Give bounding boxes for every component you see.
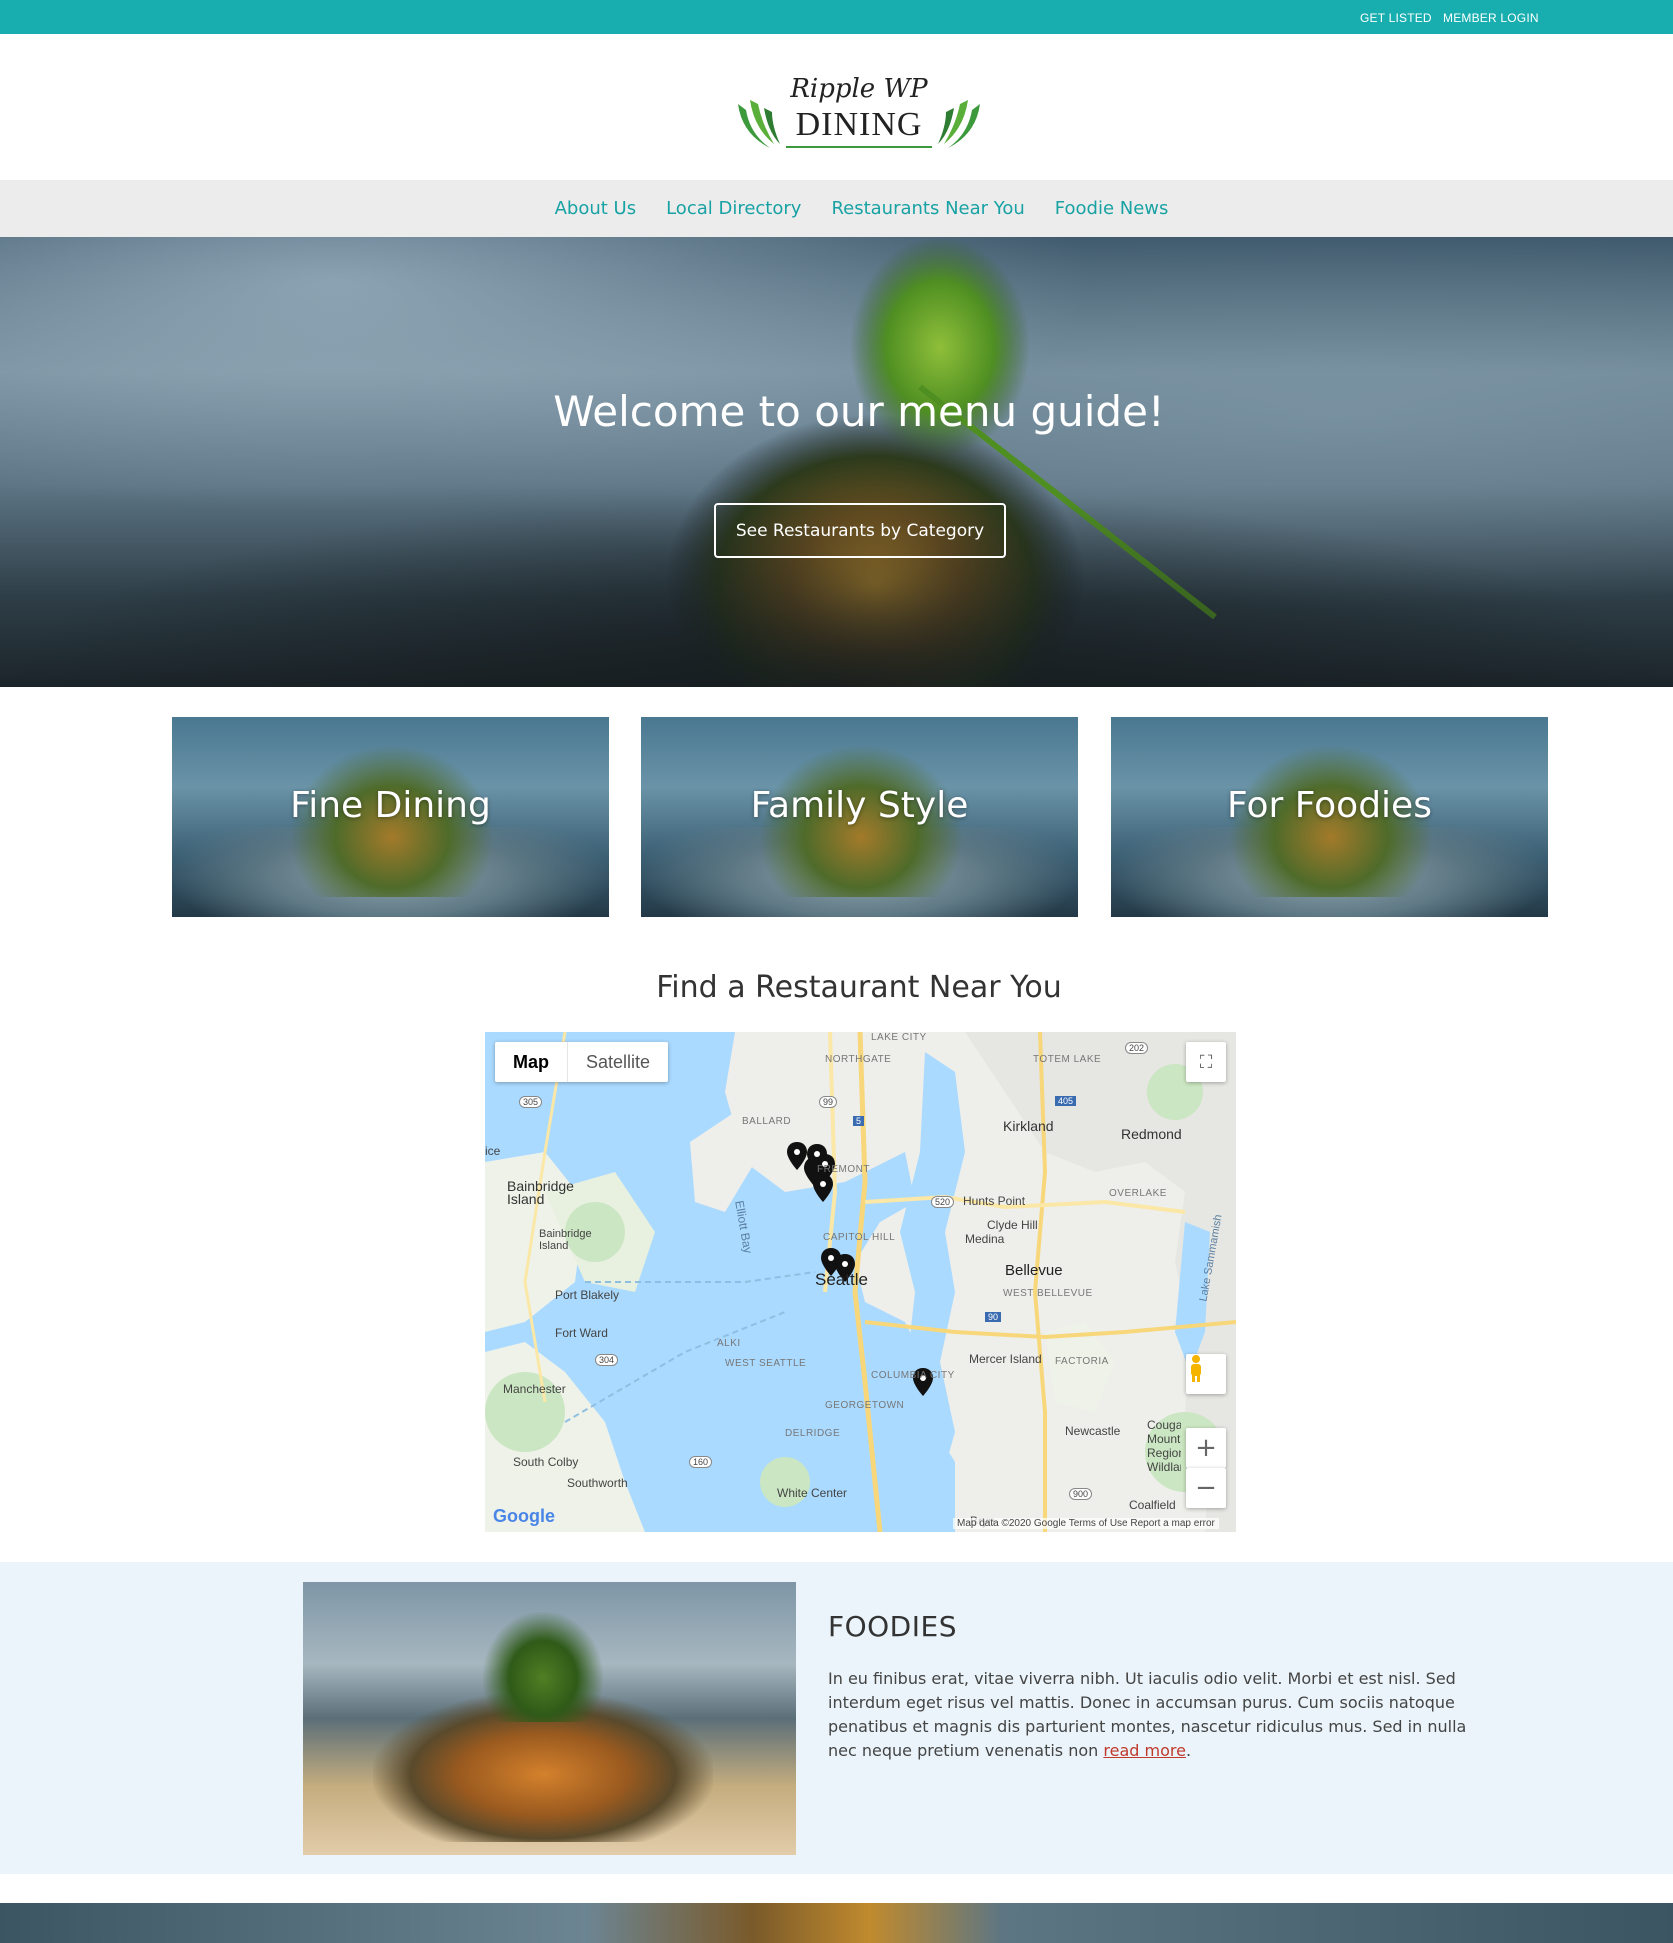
foodies-description: In eu finibus erat, vitae viverra nibh. … bbox=[828, 1667, 1488, 1763]
map-label: Southworth bbox=[567, 1476, 628, 1490]
map-label: WEST SEATTLE bbox=[725, 1358, 807, 1369]
zoom-out-button[interactable]: − bbox=[1186, 1468, 1226, 1508]
map-label: Fort Ward bbox=[555, 1326, 608, 1340]
map-type-map-button[interactable]: Map bbox=[495, 1042, 568, 1082]
category-card-family-style[interactable]: Family Style bbox=[641, 717, 1078, 917]
map-label: Manchester bbox=[503, 1382, 566, 1396]
foodies-section: FOODIES In eu finibus erat, vitae viverr… bbox=[0, 1562, 1673, 1874]
map-label: Bellevue bbox=[1005, 1262, 1063, 1279]
map-label: Kirkland bbox=[1003, 1118, 1054, 1134]
map-label: OVERLAKE bbox=[1109, 1188, 1167, 1199]
herb-image bbox=[483, 1612, 603, 1722]
map-label: CAPITOL HILL bbox=[823, 1232, 896, 1243]
map-type-satellite-button[interactable]: Satellite bbox=[568, 1042, 668, 1082]
zoom-in-button[interactable]: + bbox=[1186, 1428, 1226, 1468]
route-shield: 90 bbox=[985, 1312, 1002, 1322]
foodies-title: FOODIES bbox=[828, 1610, 957, 1643]
foodies-dish-image bbox=[303, 1582, 796, 1855]
top-bar: GET LISTED MEMBER LOGIN bbox=[0, 0, 1673, 34]
see-restaurants-by-category-button[interactable]: See Restaurants by Category bbox=[714, 503, 1006, 558]
map-label: COLUMBIA CITY bbox=[871, 1370, 955, 1381]
site-header: Ripple WP DINING bbox=[0, 34, 1673, 180]
category-card-fine-dining[interactable]: Fine Dining bbox=[172, 717, 609, 917]
map-label: Hunts Point bbox=[963, 1194, 1026, 1208]
street-view-pegman-icon[interactable] bbox=[1186, 1354, 1226, 1394]
map-label: DELRIDGE bbox=[785, 1428, 841, 1439]
map-label: WEST BELLEVUE bbox=[1003, 1288, 1093, 1299]
hero-banner: Welcome to our menu guide! See Restauran… bbox=[0, 237, 1673, 687]
map-label: FREMONT bbox=[817, 1164, 870, 1175]
bottom-hero-band bbox=[0, 1903, 1673, 1943]
route-shield: 900 bbox=[1069, 1488, 1093, 1500]
map-label: TOTEM LAKE bbox=[1033, 1054, 1102, 1065]
map-label: BALLARD bbox=[742, 1116, 792, 1127]
route-shield: 5 bbox=[853, 1116, 865, 1126]
map-label: Mercer Island bbox=[969, 1352, 1042, 1366]
map-label: FACTORIA bbox=[1055, 1356, 1109, 1367]
map-label: Bainbridge Island bbox=[507, 1178, 574, 1207]
hero-title: Welcome to our menu guide! bbox=[553, 387, 1165, 436]
map-label: Coalfield bbox=[1129, 1498, 1176, 1512]
map-label: South Colby bbox=[513, 1455, 579, 1469]
category-card-label: Fine Dining bbox=[290, 785, 491, 826]
route-shield: 160 bbox=[689, 1456, 713, 1468]
nav-item-about-us[interactable]: About Us bbox=[555, 198, 637, 219]
map-label: Medina bbox=[965, 1232, 1005, 1246]
fullscreen-icon[interactable]: ⛶ bbox=[1186, 1042, 1226, 1082]
map-label: Redmond bbox=[1121, 1126, 1182, 1142]
map-label: Bainbridge Island bbox=[539, 1228, 592, 1252]
map-label: Newcastle bbox=[1065, 1424, 1121, 1438]
member-login-link[interactable]: MEMBER LOGIN bbox=[1443, 11, 1539, 25]
nav-item-local-directory[interactable]: Local Directory bbox=[666, 198, 801, 219]
map-label: White Center bbox=[777, 1486, 848, 1500]
map-section-title: Find a Restaurant Near You bbox=[656, 970, 1062, 1005]
pegman-icon bbox=[1191, 1355, 1201, 1382]
get-listed-link[interactable]: GET LISTED bbox=[1360, 11, 1432, 25]
main-nav: About Us Local Directory Restaurants Nea… bbox=[0, 180, 1673, 237]
map-label: ice bbox=[485, 1144, 501, 1158]
logo-underline bbox=[786, 146, 932, 148]
read-more-link[interactable]: read more bbox=[1103, 1741, 1186, 1760]
category-card-label: For Foodies bbox=[1227, 785, 1432, 826]
foodies-period: . bbox=[1185, 1741, 1192, 1760]
route-shield: 520 bbox=[931, 1196, 955, 1208]
nav-item-foodie-news[interactable]: Foodie News bbox=[1055, 198, 1169, 219]
route-shield: 99 bbox=[819, 1096, 838, 1108]
map-label: Clyde Hill bbox=[987, 1218, 1038, 1232]
map-type-control: Map Satellite bbox=[495, 1042, 669, 1082]
map-label: Port Blakely bbox=[555, 1288, 620, 1302]
map-attribution[interactable]: Map data ©2020 Google Terms of Use Repor… bbox=[953, 1518, 1219, 1529]
route-shield: 202 bbox=[1125, 1042, 1149, 1054]
logo-main-text: DINING bbox=[795, 106, 923, 143]
map-label: LAKE CITY bbox=[871, 1032, 927, 1043]
logo-script-text: Ripple WP bbox=[790, 74, 928, 104]
map-label: GEORGETOWN bbox=[825, 1400, 905, 1411]
category-card-for-foodies[interactable]: For Foodies bbox=[1111, 717, 1548, 917]
map-label: ALKI bbox=[717, 1338, 741, 1349]
map-label: NORTHGATE bbox=[825, 1054, 892, 1065]
route-shield: 305 bbox=[519, 1096, 543, 1108]
site-logo[interactable]: Ripple WP DINING bbox=[728, 64, 990, 148]
nav-item-restaurants-near-you[interactable]: Restaurants Near You bbox=[831, 198, 1024, 219]
route-shield: 304 bbox=[595, 1354, 619, 1366]
google-map[interactable]: Map Satellite ⛶ + − Seattle Bellevue Kir… bbox=[485, 1032, 1236, 1532]
google-logo: Google bbox=[493, 1506, 555, 1526]
category-card-label: Family Style bbox=[750, 785, 969, 826]
map-label: Seattle bbox=[815, 1270, 868, 1289]
map-label: Cougar Mountain Regional Wildland bbox=[1147, 1418, 1181, 1474]
route-shield: 405 bbox=[1055, 1096, 1077, 1106]
